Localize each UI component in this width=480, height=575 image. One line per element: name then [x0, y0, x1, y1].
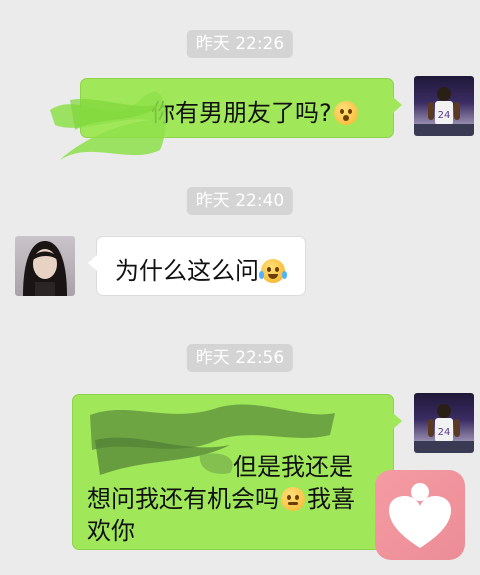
- basketball-player-icon: 24: [414, 404, 474, 453]
- message-text: 欢你: [87, 517, 135, 545]
- message-text: 你有男朋友了吗?: [151, 99, 332, 127]
- heart-logo-icon: [389, 483, 451, 548]
- svg-text:24: 24: [438, 110, 451, 121]
- bubble-tail: [88, 255, 97, 271]
- timestamp: 昨天 22:56: [186, 344, 294, 372]
- confounded-face-icon: [281, 487, 305, 511]
- message-text: 我喜: [307, 485, 355, 513]
- surprised-face-icon: [333, 101, 358, 125]
- receiver-avatar[interactable]: [15, 236, 75, 296]
- girl-avatar-icon: [23, 241, 67, 296]
- sender-avatar[interactable]: 24: [414, 76, 474, 136]
- basketball-player-icon: 24: [414, 87, 474, 136]
- message-line: 欢你: [87, 511, 135, 546]
- message-text: 但是我还是: [233, 453, 353, 481]
- message-bubble-sent[interactable]: 但是我还是 想问我还有机会吗 我喜 欢你: [72, 394, 402, 550]
- message-line: 但是我还是: [233, 447, 353, 482]
- svg-text:24: 24: [438, 427, 451, 438]
- bubble-tail: [393, 97, 402, 113]
- bubble-tail: [393, 413, 402, 429]
- tears-of-joy-icon: [259, 259, 287, 283]
- heart-logo: [375, 470, 465, 560]
- message-line: 想问我还有机会吗 我喜: [87, 479, 355, 514]
- timestamp: 昨天 22:26: [186, 30, 294, 58]
- message-bubble-received[interactable]: 为什么这么问: [88, 236, 306, 296]
- chat-view: 昨天 22:26 24 你有男朋友了吗? 昨天 22:40 为什么这么问 昨天 …: [0, 0, 480, 575]
- message-bubble-sent[interactable]: 你有男朋友了吗?: [80, 78, 402, 138]
- sender-avatar[interactable]: 24: [414, 393, 474, 453]
- message-text: 想问我还有机会吗: [87, 485, 279, 513]
- message-text: 为什么这么问: [115, 257, 259, 285]
- timestamp: 昨天 22:40: [186, 187, 294, 215]
